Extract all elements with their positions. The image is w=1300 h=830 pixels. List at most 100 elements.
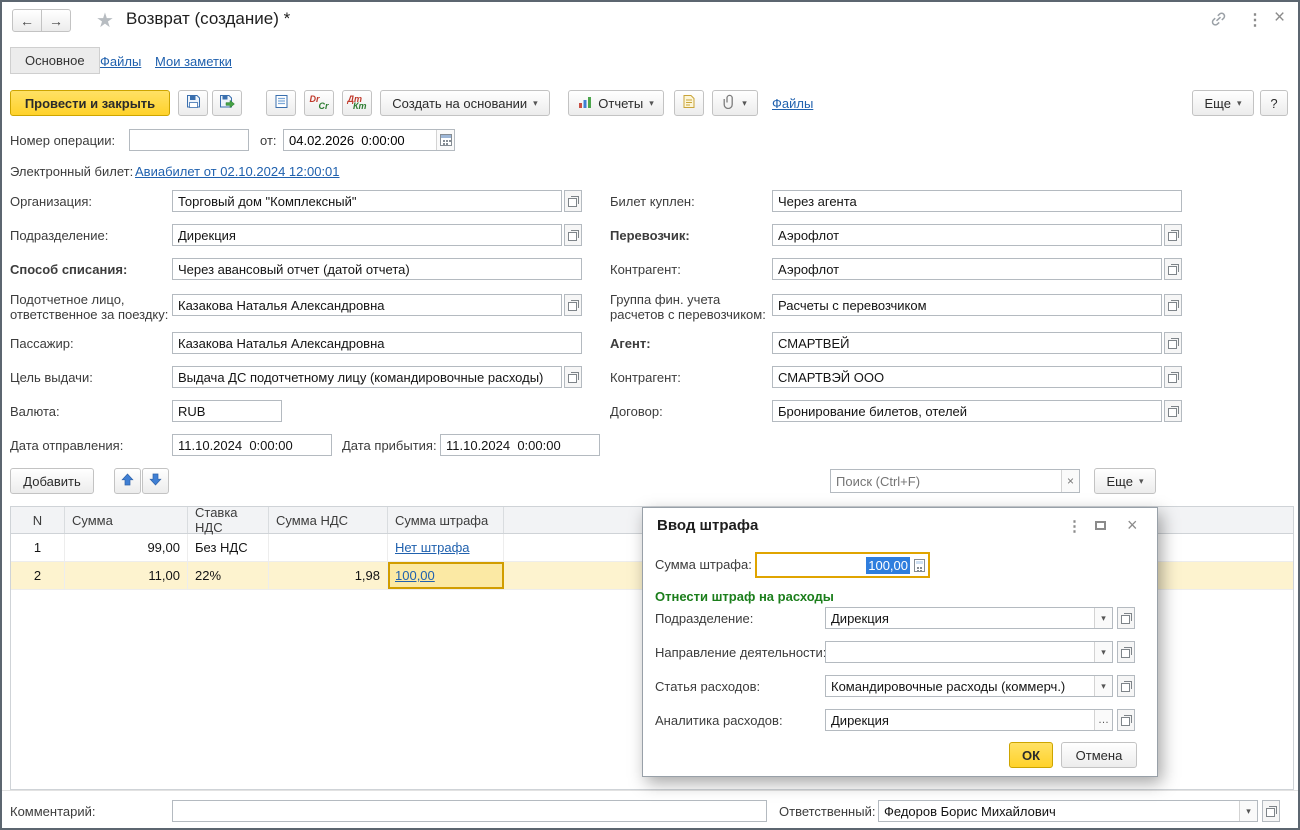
- carrier-contragent-input[interactable]: [772, 258, 1162, 280]
- passenger-input[interactable]: [172, 332, 582, 354]
- post-and-close-button[interactable]: Провести и закрыть: [10, 90, 170, 116]
- cell-n[interactable]: 2: [11, 562, 65, 589]
- col-header-fine[interactable]: Сумма штрафа: [388, 507, 504, 533]
- calculator-button[interactable]: [910, 554, 928, 576]
- eticket-link[interactable]: Авиабилет от 02.10.2024 12:00:01: [135, 164, 340, 179]
- dialog-maximize-icon[interactable]: [1095, 521, 1106, 530]
- tab-main[interactable]: Основное: [10, 47, 100, 74]
- search-input[interactable]: [831, 470, 1061, 492]
- dept-input[interactable]: [172, 224, 562, 246]
- cell-sum[interactable]: 99,00: [65, 534, 188, 561]
- dtkt-button[interactable]: Дт Кт: [342, 90, 372, 116]
- op-date-input[interactable]: [284, 130, 436, 150]
- op-number-input[interactable]: [129, 129, 249, 151]
- window-more-icon[interactable]: ⋮: [1247, 10, 1263, 30]
- files-toolbar-link[interactable]: Файлы: [772, 96, 813, 111]
- col-header-sum[interactable]: Сумма: [65, 507, 188, 533]
- agent-contragent-open-button[interactable]: [1164, 366, 1182, 388]
- agent-contragent-input[interactable]: [772, 366, 1162, 388]
- dropdown-button[interactable]: ▾: [1094, 608, 1112, 628]
- post-button[interactable]: [212, 90, 242, 116]
- col-header-n[interactable]: N: [11, 507, 65, 533]
- drcr-button[interactable]: Dr Cr: [304, 90, 334, 116]
- cell-vat-sum[interactable]: 1,98: [269, 562, 388, 589]
- fine-amount-link[interactable]: 100,00: [395, 568, 435, 583]
- dropdown-button[interactable]: ▾: [1094, 642, 1112, 662]
- carrier-contragent-open-button[interactable]: [1164, 258, 1182, 280]
- cell-n[interactable]: 1: [11, 534, 65, 561]
- comment-input[interactable]: [172, 800, 767, 822]
- tab-notes[interactable]: Мои заметки: [155, 54, 232, 69]
- contract-input[interactable]: [772, 400, 1162, 422]
- agent-open-button[interactable]: [1164, 332, 1182, 354]
- fine-amount-input[interactable]: 100,00: [755, 552, 930, 578]
- calendar-button[interactable]: [436, 130, 454, 150]
- dialog-close-icon[interactable]: ×: [1127, 516, 1138, 534]
- org-open-button[interactable]: [564, 190, 582, 212]
- more-button-table[interactable]: Еще ▾: [1094, 468, 1156, 494]
- reports-button[interactable]: Отчеты ▾: [568, 90, 664, 116]
- move-down-button[interactable]: [142, 468, 169, 494]
- purpose-input[interactable]: [172, 366, 562, 388]
- cell-vat-sum[interactable]: [269, 534, 388, 561]
- cancel-button[interactable]: Отмена: [1061, 742, 1137, 768]
- dialog-analytics-open-button[interactable]: [1117, 709, 1135, 731]
- favorite-star-icon[interactable]: ★: [96, 8, 114, 33]
- agent-input[interactable]: [772, 332, 1162, 354]
- responsible-field[interactable]: Федоров Борис Михайлович ▾: [878, 800, 1258, 822]
- ellipsis-button[interactable]: …: [1094, 710, 1112, 730]
- op-date-field[interactable]: [283, 129, 455, 151]
- dialog-direction-field[interactable]: ▾: [825, 641, 1113, 663]
- ticket-bought-input[interactable]: [772, 190, 1182, 212]
- arr-date-input[interactable]: [440, 434, 600, 456]
- cell-vat-rate[interactable]: Без НДС: [188, 534, 269, 561]
- dialog-analytics-field[interactable]: Дирекция …: [825, 709, 1113, 731]
- help-button[interactable]: ?: [1260, 90, 1288, 116]
- dialog-dept-open-button[interactable]: [1117, 607, 1135, 629]
- ledger-button[interactable]: [266, 90, 296, 116]
- carrier-input[interactable]: [772, 224, 1162, 246]
- dialog-expense-open-button[interactable]: [1117, 675, 1135, 697]
- tab-files[interactable]: Файлы: [100, 54, 141, 69]
- cell-vat-rate[interactable]: 22%: [188, 562, 269, 589]
- dialog-dept-field[interactable]: Дирекция ▾: [825, 607, 1113, 629]
- org-input[interactable]: [172, 190, 562, 212]
- fin-group-open-button[interactable]: [1164, 294, 1182, 316]
- dropdown-button[interactable]: ▾: [1094, 676, 1112, 696]
- dep-date-input[interactable]: [172, 434, 332, 456]
- ok-button[interactable]: ОК: [1009, 742, 1053, 768]
- create-based-on-button[interactable]: Создать на основании ▾: [380, 90, 550, 116]
- move-up-button[interactable]: [114, 468, 141, 494]
- window-close-icon[interactable]: ×: [1274, 7, 1285, 29]
- clear-search-button[interactable]: ×: [1061, 470, 1079, 492]
- purpose-open-button[interactable]: [564, 366, 582, 388]
- attach-button[interactable]: ▾: [712, 90, 758, 116]
- cell-sum[interactable]: 11,00: [65, 562, 188, 589]
- accountable-input[interactable]: [172, 294, 562, 316]
- search-field[interactable]: ×: [830, 469, 1080, 493]
- dialog-direction-open-button[interactable]: [1117, 641, 1135, 663]
- contract-open-button[interactable]: [1164, 400, 1182, 422]
- save-button[interactable]: [178, 90, 208, 116]
- writeoff-input[interactable]: [172, 258, 582, 280]
- col-header-vat-sum[interactable]: Сумма НДС: [269, 507, 388, 533]
- cell-fine[interactable]: Нет штрафа: [388, 534, 504, 561]
- forward-button[interactable]: →: [41, 9, 71, 32]
- cell-fine-active[interactable]: 100,00: [388, 562, 504, 589]
- dept-open-button[interactable]: [564, 224, 582, 246]
- link-icon[interactable]: [1210, 12, 1227, 32]
- accountable-open-button[interactable]: [564, 294, 582, 316]
- col-header-vat-rate[interactable]: Ставка НДС: [188, 505, 269, 535]
- dialog-more-icon[interactable]: ⋮: [1067, 519, 1082, 534]
- currency-input[interactable]: [172, 400, 282, 422]
- no-fine-link[interactable]: Нет штрафа: [395, 540, 470, 555]
- carrier-open-button[interactable]: [1164, 224, 1182, 246]
- back-button[interactable]: ←: [12, 9, 42, 32]
- responsible-open-button[interactable]: [1262, 800, 1280, 822]
- note-button[interactable]: [674, 90, 704, 116]
- fin-group-input[interactable]: [772, 294, 1162, 316]
- more-button-top[interactable]: Еще ▾: [1192, 90, 1254, 116]
- dropdown-button[interactable]: ▾: [1239, 801, 1257, 821]
- add-row-button[interactable]: Добавить: [10, 468, 94, 494]
- dialog-expense-field[interactable]: Командировочные расходы (коммерч.) ▾: [825, 675, 1113, 697]
